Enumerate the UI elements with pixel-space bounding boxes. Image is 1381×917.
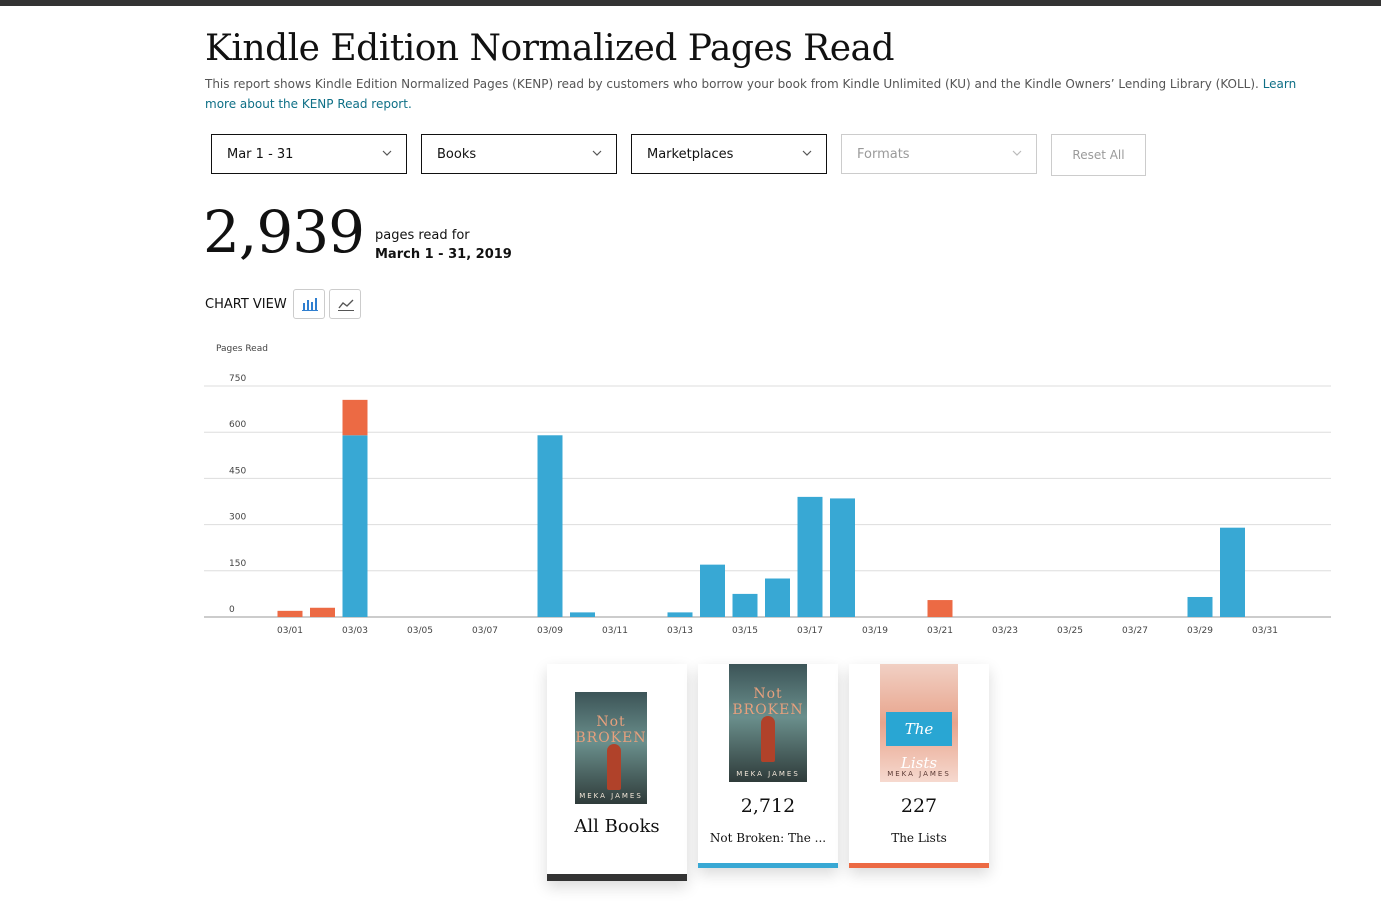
x-tick-label: 03/27 — [1122, 626, 1148, 636]
x-tick-label: 03/01 — [277, 626, 303, 636]
x-tick-label: 03/07 — [472, 626, 498, 636]
bar — [797, 496, 823, 617]
x-tick-label: 03/05 — [407, 626, 433, 636]
bar — [310, 607, 335, 617]
cover-title: The Lists — [886, 712, 952, 772]
book-card-stripe — [547, 874, 687, 881]
x-tick-label: 03/17 — [797, 626, 823, 636]
x-tick-label: 03/19 — [862, 626, 888, 636]
book-card-name: Not Broken: The ... — [709, 831, 827, 845]
x-tick-label: 03/21 — [927, 626, 953, 636]
bar — [830, 498, 855, 617]
cover-title: Not BROKEN — [732, 686, 804, 718]
y-tick-label: 300 — [229, 513, 246, 523]
bar — [570, 612, 595, 617]
book-cover-image: The Lists MEKA JAMES — [880, 664, 958, 782]
bar — [342, 435, 368, 617]
bar — [700, 564, 725, 617]
cover-author: MEKA JAMES — [579, 792, 643, 800]
book-card-value: 2,712 — [740, 795, 796, 817]
bar — [1220, 527, 1245, 617]
bar — [927, 600, 953, 617]
book-card-stripe — [849, 863, 989, 868]
y-tick-label: 0 — [229, 605, 235, 615]
book-card-name: All Books — [574, 816, 660, 837]
cover-author: MEKA JAMES — [736, 770, 800, 778]
book-card-name: The Lists — [891, 831, 947, 845]
x-tick-label: 03/11 — [602, 626, 628, 636]
x-tick-label: 03/13 — [667, 626, 693, 636]
book-card-the-lists[interactable]: The Lists MEKA JAMES 227 The Lists — [849, 664, 989, 868]
cover-author: MEKA JAMES — [887, 770, 951, 778]
x-tick-label: 03/31 — [1252, 626, 1278, 636]
pages-read-chart: Pages Read 0 150 300 450 600 750 03/01 03/03 03… — [204, 344, 1331, 636]
y-axis-label: Pages Read — [216, 344, 268, 354]
bar — [765, 578, 790, 617]
book-card-value: 227 — [900, 795, 938, 817]
x-tick-label: 03/09 — [537, 626, 563, 636]
x-tick-label: 03/03 — [342, 626, 368, 636]
bar — [732, 593, 758, 617]
x-tick-label: 03/25 — [1057, 626, 1083, 636]
x-tick-label: 03/29 — [1187, 626, 1213, 636]
y-tick-label: 150 — [229, 559, 246, 569]
cover-title: Not BROKEN — [575, 714, 647, 746]
bar — [1187, 596, 1213, 617]
book-cover-image: Not BROKEN MEKA JAMES — [575, 692, 647, 804]
x-tick-label: 03/23 — [992, 626, 1018, 636]
x-tick-label: 03/15 — [732, 626, 758, 636]
y-tick-label: 600 — [229, 420, 246, 430]
y-tick-label: 450 — [229, 466, 246, 476]
cover-figure — [607, 744, 621, 790]
cover-figure — [761, 716, 775, 762]
book-card-all-books[interactable]: Not BROKEN MEKA JAMES All Books — [547, 664, 687, 881]
bar — [277, 610, 303, 617]
book-card-stripe — [698, 863, 838, 868]
book-cover-image: Not BROKEN MEKA JAMES — [729, 664, 807, 782]
bar — [342, 399, 368, 436]
y-tick-label: 750 — [229, 374, 246, 384]
book-card-not-broken[interactable]: Not BROKEN MEKA JAMES 2,712 Not Broken: … — [698, 664, 838, 868]
bar — [537, 435, 563, 617]
bar — [667, 612, 693, 617]
